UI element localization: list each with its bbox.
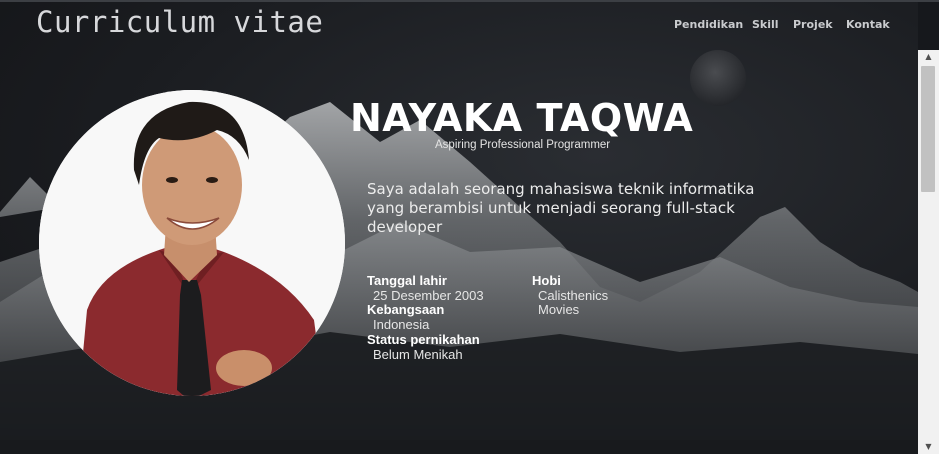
detail-label-marital-status: Status pernikahan	[367, 331, 480, 347]
scroll-up-arrow-icon[interactable]: ▲	[918, 50, 939, 64]
nav-link-projek[interactable]: Projek	[793, 18, 833, 31]
nav-link-skill[interactable]: Skill	[752, 18, 779, 31]
nav-link-pendidikan[interactable]: Pendidikan	[674, 18, 743, 31]
detail-value-nationality: Indonesia	[373, 317, 430, 333]
hero-section: NAYAKA TAQWA Aspiring Professional Progr…	[0, 2, 918, 440]
hobby-item: Calisthenics	[538, 287, 609, 303]
nav-link-kontak[interactable]: Kontak	[846, 18, 890, 31]
detail-value-marital-status: Belum Menikah	[373, 346, 463, 362]
detail-label-birthdate: Tanggal lahir	[367, 273, 447, 288]
next-section-edge	[0, 440, 918, 454]
profile-tagline: Aspiring Professional Programmer	[435, 139, 611, 151]
detail-label-nationality: Kebangsaan	[367, 302, 445, 318]
details-list-hobbies: Hobi Calisthenics Movies	[532, 273, 609, 318]
details-list-personal: Tanggal lahir 25 Desember 2003 Kebangsaa…	[367, 273, 484, 362]
hobby-item: Movies	[538, 302, 580, 318]
scroll-down-arrow-icon[interactable]: ▼	[918, 440, 939, 454]
moon	[690, 50, 746, 106]
scrollbar-thumb[interactable]	[921, 66, 935, 192]
detail-label-hobbies: Hobi	[532, 273, 561, 288]
detail-value-birthdate: 25 Desember 2003	[373, 287, 484, 303]
profile-photo	[39, 90, 345, 396]
site-brand[interactable]: Curriculum vitae	[36, 5, 323, 39]
profile-bio: Saya adalah seorang mahasiswa teknik inf…	[367, 180, 755, 236]
vertical-scrollbar[interactable]: ▲ ▼	[918, 50, 939, 454]
profile-name: NAYAKA TAQWA	[350, 96, 694, 140]
